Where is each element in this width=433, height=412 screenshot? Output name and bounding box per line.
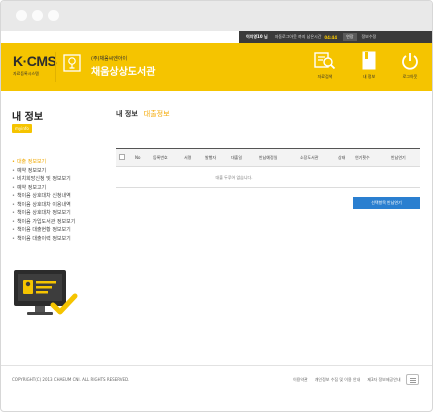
renew-selected-button[interactable]: 선택항목 반납연기: [353, 197, 420, 209]
search-catalog-icon: [314, 52, 336, 70]
col-title: 서명: [184, 155, 192, 160]
footer-link-third-party[interactable]: 제3자 정보제공안내: [367, 377, 400, 383]
my-info-book-icon: [362, 51, 376, 70]
footer-links: 이용약관 개인정보 수집 및 이용 안내 제3자 정보제공안내: [293, 377, 408, 383]
col-renew: 반납연기: [391, 155, 406, 160]
edit-info-link[interactable]: 정보수정: [360, 33, 379, 41]
library-name[interactable]: 채움상상도서관: [91, 63, 155, 78]
footer-divider: [1, 365, 432, 366]
col-status: 상태: [338, 155, 346, 160]
window-dot-3[interactable]: [48, 10, 59, 21]
footer-link-terms[interactable]: 이용약관: [293, 377, 308, 383]
user-name: 이지영10 님: [246, 34, 268, 39]
extend-session-button[interactable]: 연장: [343, 33, 357, 41]
sidebar-item-member-libraries[interactable]: 책이음 가입도서관 정보보기: [12, 218, 75, 227]
logout-button[interactable]: 로그아웃: [393, 49, 427, 87]
sidebar-menu: 대출 정보보기 예약 정보보기 비치희망신청 및 정보보기 예약 정보고기 책이…: [12, 158, 75, 243]
scroll-top-button[interactable]: [406, 374, 419, 385]
browser-window: 이지영10 님 자동로그아웃 까지 남은시간 04:44 연장 정보수정 K·C…: [0, 0, 433, 412]
col-loan-date: 대출일: [231, 155, 243, 160]
site-header: K·CMS 자료등록시스템 (주)채움씨엔아이 채움상상도서관 자료검색 내 정…: [1, 43, 432, 91]
empty-message: 대출 두루어 없습니다.: [215, 175, 253, 180]
kcms-logo[interactable]: K·CMS: [13, 53, 57, 69]
sidebar-badge: myinfo: [12, 124, 32, 133]
window-dot-1[interactable]: [16, 10, 27, 21]
sidebar-item-interlibrary-request[interactable]: 책이음 상호대차 신청내역: [12, 192, 75, 201]
col-due-date: 반납예정일: [259, 155, 278, 160]
sidebar-item-reservation-view[interactable]: 예약 정보고기: [12, 184, 75, 193]
search-catalog-button[interactable]: 자료검색: [308, 49, 342, 87]
sidebar-item-loan-info[interactable]: 대출 정보보기: [12, 158, 75, 167]
select-all-checkbox[interactable]: [119, 154, 125, 160]
logout-label: 로그아웃: [402, 74, 418, 79]
col-no: No: [135, 155, 141, 160]
logout-timer: 04:44: [324, 34, 338, 40]
search-catalog-label: 자료검색: [317, 74, 333, 79]
sidebar-item-reservation-info[interactable]: 예약 정보보기: [12, 167, 75, 176]
sidebar-item-loan-history[interactable]: 책이음 대출이력 정보보기: [12, 235, 75, 244]
library-lamp-icon: [63, 54, 81, 72]
sidebar-title: 내 정보: [12, 112, 44, 123]
kcms-logo-subtitle: 자료등록시스템: [13, 71, 39, 76]
browser-title-bar: [1, 1, 432, 31]
copyright: COPYRIGHT(C) 2013 CHAEUM CNI. ALL RIGHTS…: [12, 377, 130, 382]
sidebar-item-interlibrary-usage[interactable]: 책이음 상호대차 이용내역: [12, 201, 75, 210]
table-row: 대출 두루어 없습니다.: [116, 168, 420, 188]
sidebar-item-loan-status[interactable]: 책이음 대출현황 정보보기: [12, 226, 75, 235]
my-info-label: 내 정보: [362, 74, 376, 79]
window-dot-2[interactable]: [32, 10, 43, 21]
col-publisher: 발행자: [205, 155, 217, 160]
auto-logout-label: 자동로그아웃 까지 남은시간: [274, 34, 322, 39]
session-bar: 이지영10 님 자동로그아웃 까지 남은시간 04:44 연장 정보수정: [239, 31, 432, 43]
sidebar-item-wish-request[interactable]: 비치희망신청 및 정보보기: [12, 175, 75, 184]
footer-link-privacy[interactable]: 개인정보 수집 및 이용 안내: [315, 377, 361, 383]
sidebar-item-interlibrary-info[interactable]: 책이음 상호대차 정보보기: [12, 209, 75, 218]
tab-my-info[interactable]: 내 정보: [116, 109, 138, 119]
library-company: (주)채움씨엔아이: [91, 56, 128, 62]
header-divider: [55, 52, 56, 82]
my-info-button[interactable]: 내 정보: [352, 49, 386, 87]
col-renew-count: 연기횟수: [355, 155, 370, 160]
monitor-check-icon: [14, 270, 78, 315]
col-library: 소장도서관: [300, 155, 319, 160]
tab-loan-info[interactable]: 대출정보: [144, 109, 170, 119]
power-icon: [402, 53, 418, 70]
loan-table-header: No 등록번호 서명 발행자 대출일 반납예정일 소장도서관 상태 연기횟수 반…: [116, 149, 420, 167]
col-reg-no: 등록번호: [153, 155, 168, 160]
breadcrumb: 내 정보 대출정보: [116, 109, 170, 119]
